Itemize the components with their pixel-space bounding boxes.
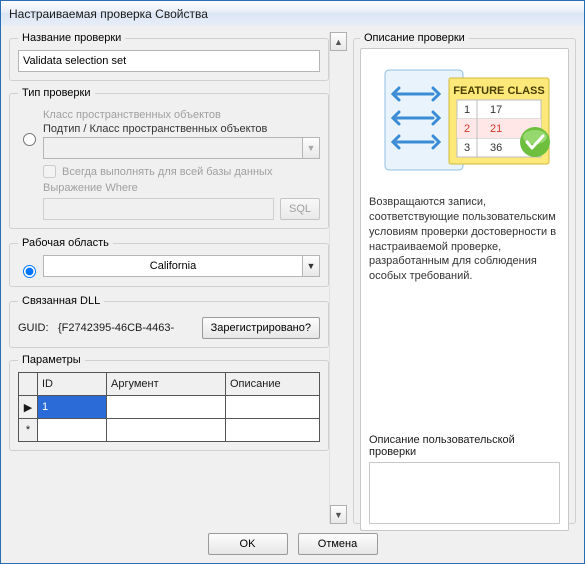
row-header-blank: [19, 373, 38, 396]
dialog-body: Название проверки Тип проверки Класс про…: [1, 26, 584, 563]
description-text: Возвращаются записи, соответствующие пол…: [369, 195, 560, 284]
table-header-row: ID Аргумент Описание: [19, 373, 320, 396]
scroll-track[interactable]: [330, 51, 347, 505]
guid-label: GUID:: [18, 322, 52, 334]
description-panel: FEATURE CLASS 1 17 2: [360, 48, 569, 531]
row-marker: *: [19, 419, 38, 442]
always-checkbox: [43, 165, 56, 178]
always-label: Всегда выполнять для всей базы данных: [62, 166, 272, 178]
chevron-down-icon[interactable]: ▼: [302, 255, 320, 277]
always-checkbox-row[interactable]: Всегда выполнять для всей базы данных: [43, 165, 320, 178]
left-column: Название проверки Тип проверки Класс про…: [9, 32, 329, 524]
workspace-group: Рабочая область ▼: [9, 237, 329, 287]
svg-text:1: 1: [463, 104, 469, 116]
button-bar: OK Отмена: [1, 533, 584, 555]
where-input: [43, 198, 274, 220]
user-description-box[interactable]: [369, 462, 560, 524]
table-row[interactable]: *: [19, 419, 320, 442]
col-id[interactable]: ID: [38, 373, 107, 396]
cell-desc[interactable]: [226, 419, 320, 442]
check-type-legend: Тип проверки: [18, 87, 95, 99]
svg-text:2: 2: [463, 123, 469, 135]
dll-group: Связанная DLL GUID: {F2742395-46CB-4463-…: [9, 295, 329, 348]
subtype-label: Подтип / Класс пространственных объектов: [43, 123, 320, 135]
features-radio[interactable]: [23, 133, 36, 146]
workspace-combo[interactable]: ▼: [43, 255, 320, 277]
cell-arg[interactable]: [107, 396, 226, 419]
feature-class-label: FEATURE CLASS: [453, 85, 544, 97]
user-description-label: Описание пользовательской проверки: [369, 434, 560, 458]
workspace-radio[interactable]: [23, 265, 36, 278]
subtype-combo[interactable]: ▼: [43, 137, 320, 159]
svg-text:3: 3: [463, 142, 469, 154]
user-description-section: Описание пользовательской проверки: [369, 434, 560, 524]
feature-class-label: Класс пространственных объектов: [43, 109, 320, 121]
title-bar[interactable]: Настраиваемая проверка Свойства: [1, 1, 584, 27]
cell-id[interactable]: [38, 419, 107, 442]
check-name-group: Название проверки: [9, 32, 329, 81]
col-desc[interactable]: Описание: [226, 373, 320, 396]
params-group: Параметры ID Аргумент Описание ▶ 1: [9, 354, 329, 451]
check-name-legend: Название проверки: [18, 32, 125, 44]
params-table[interactable]: ID Аргумент Описание ▶ 1 *: [18, 372, 320, 442]
row-marker: ▶: [19, 396, 38, 419]
check-type-group: Тип проверки Класс пространственных объе…: [9, 87, 329, 229]
chevron-down-icon[interactable]: ▼: [302, 137, 320, 159]
illustration: FEATURE CLASS 1 17 2: [369, 59, 560, 189]
dll-legend: Связанная DLL: [18, 295, 104, 307]
cell-arg[interactable]: [107, 419, 226, 442]
scroll-down-icon[interactable]: ▼: [330, 505, 347, 524]
svg-text:17: 17: [490, 104, 502, 116]
description-legend: Описание проверки: [360, 32, 469, 44]
table-row[interactable]: ▶ 1: [19, 396, 320, 419]
workspace-legend: Рабочая область: [18, 237, 113, 249]
where-label: Выражение Where: [43, 182, 320, 194]
check-name-input[interactable]: [18, 50, 320, 72]
dialog-window: Настраиваемая проверка Свойства Название…: [0, 0, 585, 564]
cancel-button[interactable]: Отмена: [298, 533, 378, 555]
workspace-input[interactable]: [43, 255, 302, 277]
registered-button[interactable]: Зарегистрировано?: [202, 317, 320, 339]
svg-text:36: 36: [490, 142, 502, 154]
sql-button: SQL: [280, 198, 320, 220]
title-text: Настраиваемая проверка Свойства: [9, 7, 208, 21]
subtype-input: [43, 137, 302, 159]
scroll-up-icon[interactable]: ▲: [330, 32, 347, 51]
left-scrollbar[interactable]: ▲ ▼: [329, 32, 347, 524]
svg-text:21: 21: [490, 123, 502, 135]
ok-button[interactable]: OK: [208, 533, 288, 555]
col-arg[interactable]: Аргумент: [107, 373, 226, 396]
params-legend: Параметры: [18, 354, 85, 366]
description-group: Описание проверки: [353, 32, 576, 524]
guid-value: {F2742395-46CB-4463-: [58, 322, 196, 334]
cell-desc[interactable]: [226, 396, 320, 419]
right-column: Описание проверки: [353, 32, 576, 524]
cell-id[interactable]: 1: [38, 396, 107, 419]
